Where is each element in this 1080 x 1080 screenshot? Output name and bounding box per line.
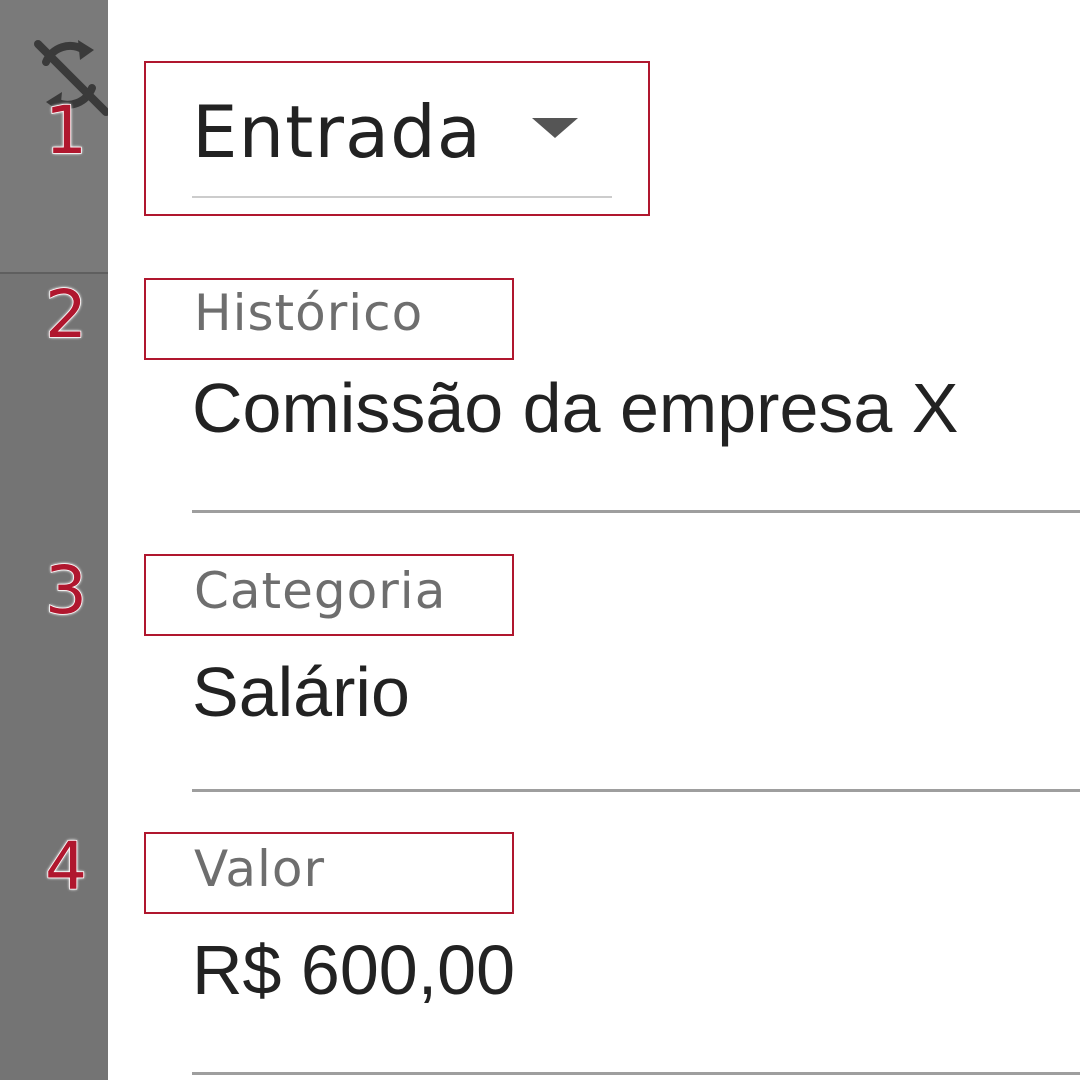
categoria-input[interactable]: Salário [192, 652, 410, 732]
historico-input[interactable]: Comissão da empresa X [192, 368, 958, 448]
historico-underline [192, 510, 1080, 513]
transaction-type-value: Entrada [192, 90, 482, 174]
transaction-form-screen: 1 2 3 4 Entrada Histórico Comissão da em… [0, 0, 1080, 1080]
step-number-2: 2 [44, 276, 88, 353]
valor-underline [192, 1072, 1080, 1075]
step-number-4: 4 [44, 828, 88, 905]
step-number-1: 1 [44, 92, 88, 169]
caret-down-icon [532, 118, 578, 138]
valor-input[interactable]: R$ 600,00 [192, 930, 515, 1010]
categoria-underline [192, 789, 1080, 792]
categoria-label: Categoria [194, 562, 447, 620]
historico-label: Histórico [194, 284, 424, 342]
step-number-3: 3 [44, 552, 88, 629]
valor-label: Valor [194, 840, 326, 898]
transaction-type-dropdown[interactable]: Entrada [192, 80, 612, 200]
dropdown-underline [192, 196, 612, 198]
